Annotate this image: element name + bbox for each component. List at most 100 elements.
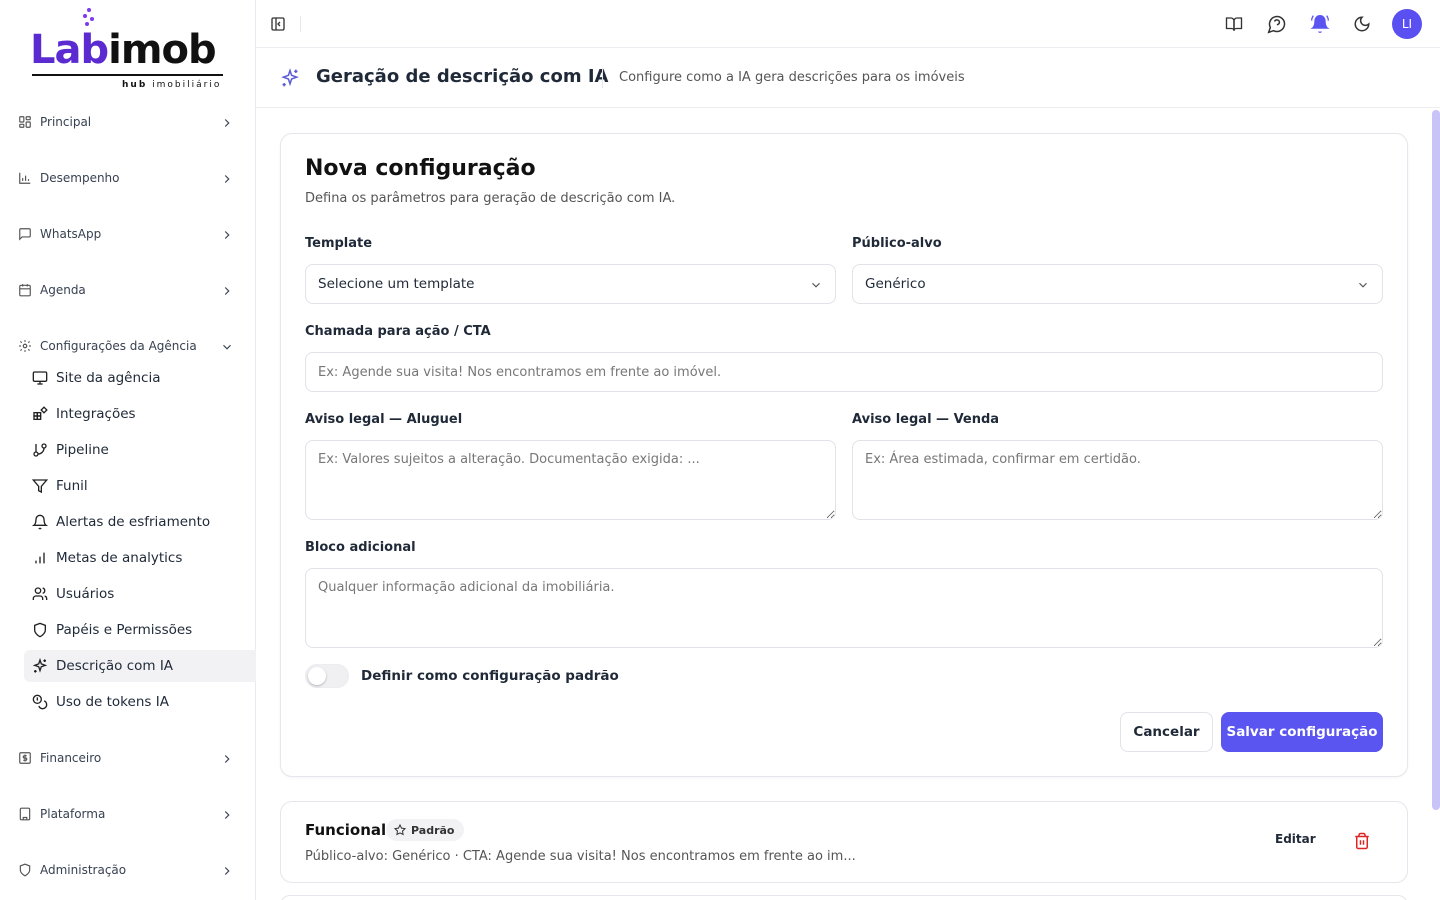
sidebar-item-label: Funil bbox=[56, 478, 88, 494]
extra-block-label: Bloco adicional bbox=[305, 540, 416, 555]
config-form-card: Nova configuração Defina os parâmetros p… bbox=[280, 133, 1408, 777]
bell-icon bbox=[32, 514, 48, 530]
config-meta: Público-alvo: Genérico · CTA: Agende sua… bbox=[305, 849, 856, 864]
extra-block-textarea[interactable] bbox=[305, 568, 1383, 648]
trash-icon[interactable] bbox=[1353, 832, 1371, 850]
bar-chart-icon bbox=[32, 550, 48, 566]
audience-select-value: Genérico bbox=[865, 276, 926, 292]
sidebar-group-label: WhatsApp bbox=[40, 227, 102, 241]
topbar: LI bbox=[256, 0, 1440, 48]
git-branch-icon bbox=[32, 442, 48, 458]
sidebar-item-label: Descrição com IA bbox=[56, 658, 174, 674]
sidebar-item-descricao-ia[interactable]: Descrição com IA bbox=[24, 650, 256, 682]
form-description: Defina os parâmetros para geração de des… bbox=[305, 191, 676, 206]
sidebar-group-label: Plataforma bbox=[40, 807, 106, 821]
divider bbox=[602, 68, 603, 88]
template-select[interactable]: Selecione um template bbox=[305, 264, 836, 304]
coins-icon bbox=[32, 694, 48, 710]
sidebar-group-plataforma[interactable]: Plataforma bbox=[8, 794, 248, 834]
logo-subtitle: hub imobiliário bbox=[122, 80, 222, 90]
config-name: Funcional bbox=[305, 821, 387, 839]
template-label: Template bbox=[305, 236, 373, 251]
book-open-icon[interactable] bbox=[1224, 14, 1244, 34]
bell-ring-icon[interactable] bbox=[1310, 14, 1330, 34]
logo-wordmark: Labimob bbox=[30, 27, 217, 73]
sidebar-item-pipeline[interactable]: Pipeline bbox=[24, 434, 256, 466]
sidebar-group-financeiro[interactable]: Financeiro bbox=[8, 738, 248, 778]
sidebar-group-agenda[interactable]: Agenda bbox=[8, 270, 248, 310]
template-select-value: Selecione um template bbox=[318, 276, 475, 292]
sidebar-item-tokens[interactable]: Uso de tokens IA bbox=[24, 686, 256, 718]
sidebar-item-funil[interactable]: Funil bbox=[24, 470, 256, 502]
chevron-right-icon bbox=[220, 751, 234, 765]
sidebar-item-label: Papéis e Permissões bbox=[56, 622, 193, 638]
sidebar-group-label: Administração bbox=[40, 863, 127, 877]
star-icon bbox=[393, 823, 407, 836]
sidebar-item-usuarios[interactable]: Usuários bbox=[24, 578, 256, 610]
sidebar-group-administracao[interactable]: Administração bbox=[8, 850, 248, 890]
chevron-down-icon bbox=[220, 339, 234, 353]
shield-icon bbox=[18, 863, 32, 877]
blocks-icon bbox=[32, 406, 48, 422]
sidebar-item-label: Alertas de esfriamento bbox=[56, 514, 211, 530]
cta-input[interactable] bbox=[305, 352, 1383, 392]
default-config-switch[interactable] bbox=[305, 664, 349, 688]
scrollbar[interactable] bbox=[1432, 110, 1440, 810]
chevron-right-icon bbox=[220, 863, 234, 877]
chevron-right-icon bbox=[220, 171, 234, 185]
moon-icon[interactable] bbox=[1352, 14, 1372, 34]
sidebar-item-label: Pipeline bbox=[56, 442, 109, 458]
avatar[interactable]: LI bbox=[1392, 9, 1422, 39]
sidebar-group-label: Agenda bbox=[40, 283, 86, 297]
sidebar-group-label: Financeiro bbox=[40, 751, 102, 765]
gear-icon bbox=[18, 339, 32, 353]
chevron-right-icon bbox=[220, 807, 234, 821]
chat-icon bbox=[18, 227, 32, 241]
chevron-right-icon bbox=[220, 115, 234, 129]
monitor-icon bbox=[32, 370, 48, 386]
sidebar-item-label: Usuários bbox=[56, 586, 115, 602]
chevron-down-icon bbox=[1356, 277, 1370, 291]
audience-select[interactable]: Genérico bbox=[852, 264, 1383, 304]
form-title: Nova configuração bbox=[305, 156, 536, 181]
sidebar-item-integracoes[interactable]: Integrações bbox=[24, 398, 256, 430]
chevron-right-icon bbox=[220, 283, 234, 297]
legal-rent-label: Aviso legal — Aluguel bbox=[305, 412, 463, 427]
sidebar-group-configuracoes[interactable]: Configurações da Agência bbox=[8, 326, 248, 366]
cta-label: Chamada para ação / CTA bbox=[305, 324, 491, 339]
dollar-icon bbox=[18, 751, 32, 765]
default-badge: Padrão bbox=[386, 819, 465, 841]
sidebar-toggle-icon[interactable] bbox=[270, 16, 286, 32]
help-chat-icon[interactable] bbox=[1267, 14, 1287, 34]
divider bbox=[300, 16, 301, 32]
default-badge-label: Padrão bbox=[411, 823, 455, 837]
save-config-button[interactable]: Salvar configuração bbox=[1221, 712, 1383, 752]
sidebar-item-alertas[interactable]: Alertas de esfriamento bbox=[24, 506, 256, 538]
chevron-right-icon bbox=[220, 227, 234, 241]
users-icon bbox=[32, 586, 48, 602]
funnel-icon bbox=[32, 478, 48, 494]
sidebar-item-metas[interactable]: Metas de analytics bbox=[24, 542, 256, 574]
config-list-item bbox=[280, 895, 1408, 900]
sidebar-group-principal[interactable]: Principal bbox=[8, 102, 248, 142]
sidebar-item-site-agencia[interactable]: Site da agência bbox=[24, 362, 256, 394]
sidebar-item-label: Uso de tokens IA bbox=[56, 694, 169, 710]
building-icon bbox=[18, 807, 32, 821]
sidebar-group-whatsapp[interactable]: WhatsApp bbox=[8, 214, 248, 254]
sidebar-item-papeis[interactable]: Papéis e Permissões bbox=[24, 614, 256, 646]
sidebar-group-desempenho[interactable]: Desempenho bbox=[8, 158, 248, 198]
legal-rent-textarea[interactable] bbox=[305, 440, 836, 520]
shield-icon bbox=[32, 622, 48, 638]
sidebar-item-label: Integrações bbox=[56, 406, 136, 422]
grid-icon bbox=[18, 115, 32, 129]
sidebar-group-label: Desempenho bbox=[40, 171, 120, 185]
sidebar-group-label: Configurações da Agência bbox=[40, 339, 197, 353]
legal-sale-textarea[interactable] bbox=[852, 440, 1383, 520]
chevron-down-icon bbox=[809, 277, 823, 291]
sparkles-icon bbox=[32, 658, 48, 674]
cancel-button[interactable]: Cancelar bbox=[1120, 712, 1213, 752]
logo-underline bbox=[32, 74, 223, 76]
edit-button[interactable]: Editar bbox=[1275, 832, 1316, 846]
page-title: Geração de descrição com IA bbox=[316, 66, 609, 87]
logo[interactable]: Labimob hub imobiliário bbox=[30, 6, 230, 96]
